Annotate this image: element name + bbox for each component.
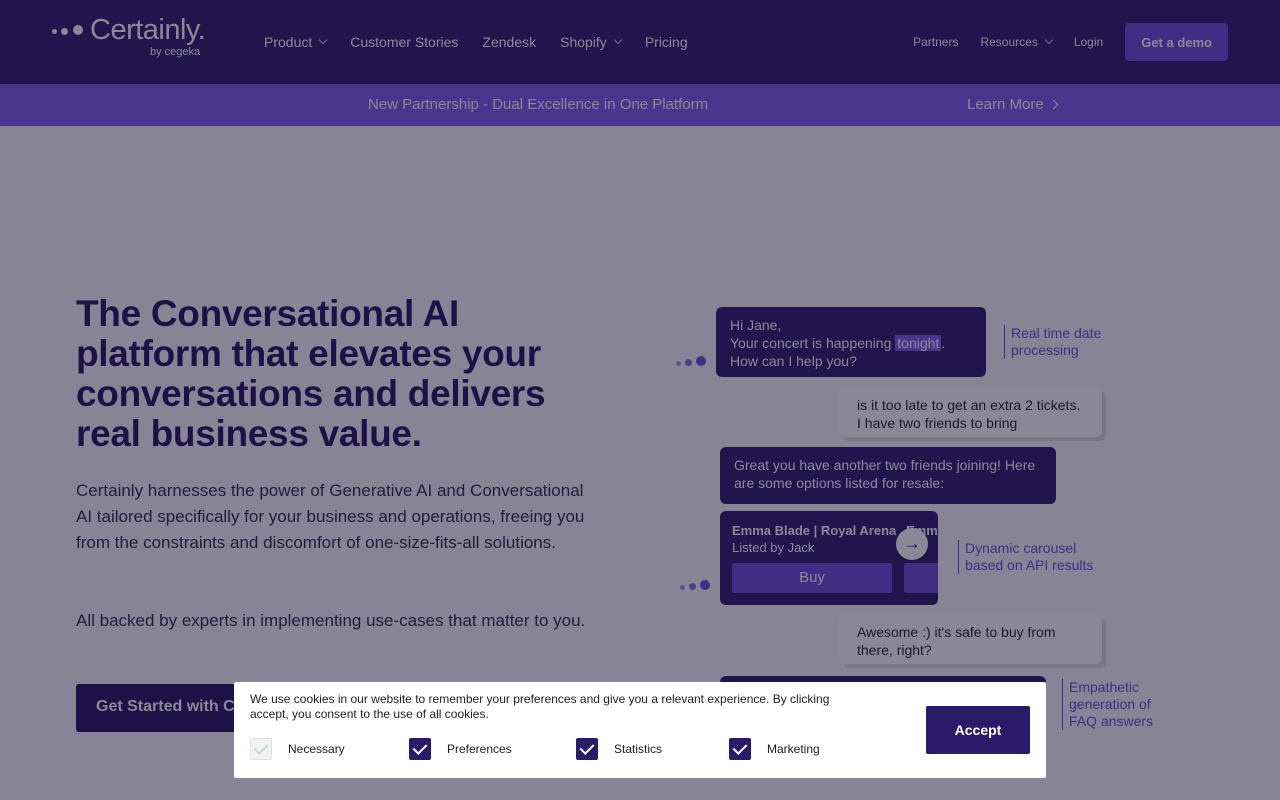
cookie-text: We use cookies in our website to remembe…	[250, 692, 830, 721]
checkbox-icon	[729, 738, 751, 760]
cookie-dialog: We use cookies in our website to remembe…	[234, 682, 1046, 778]
checkbox-icon	[250, 738, 272, 760]
checkbox-marketing[interactable]: Marketing	[729, 738, 820, 760]
checkbox-necessary[interactable]: Necessary	[250, 738, 345, 760]
checkbox-preferences[interactable]: Preferences	[409, 738, 512, 760]
checkbox-statistics[interactable]: Statistics	[576, 738, 662, 760]
checkbox-icon	[576, 738, 598, 760]
dim-overlay	[0, 0, 1280, 800]
checkbox-icon	[409, 738, 431, 760]
accept-button[interactable]: Accept	[926, 706, 1030, 754]
